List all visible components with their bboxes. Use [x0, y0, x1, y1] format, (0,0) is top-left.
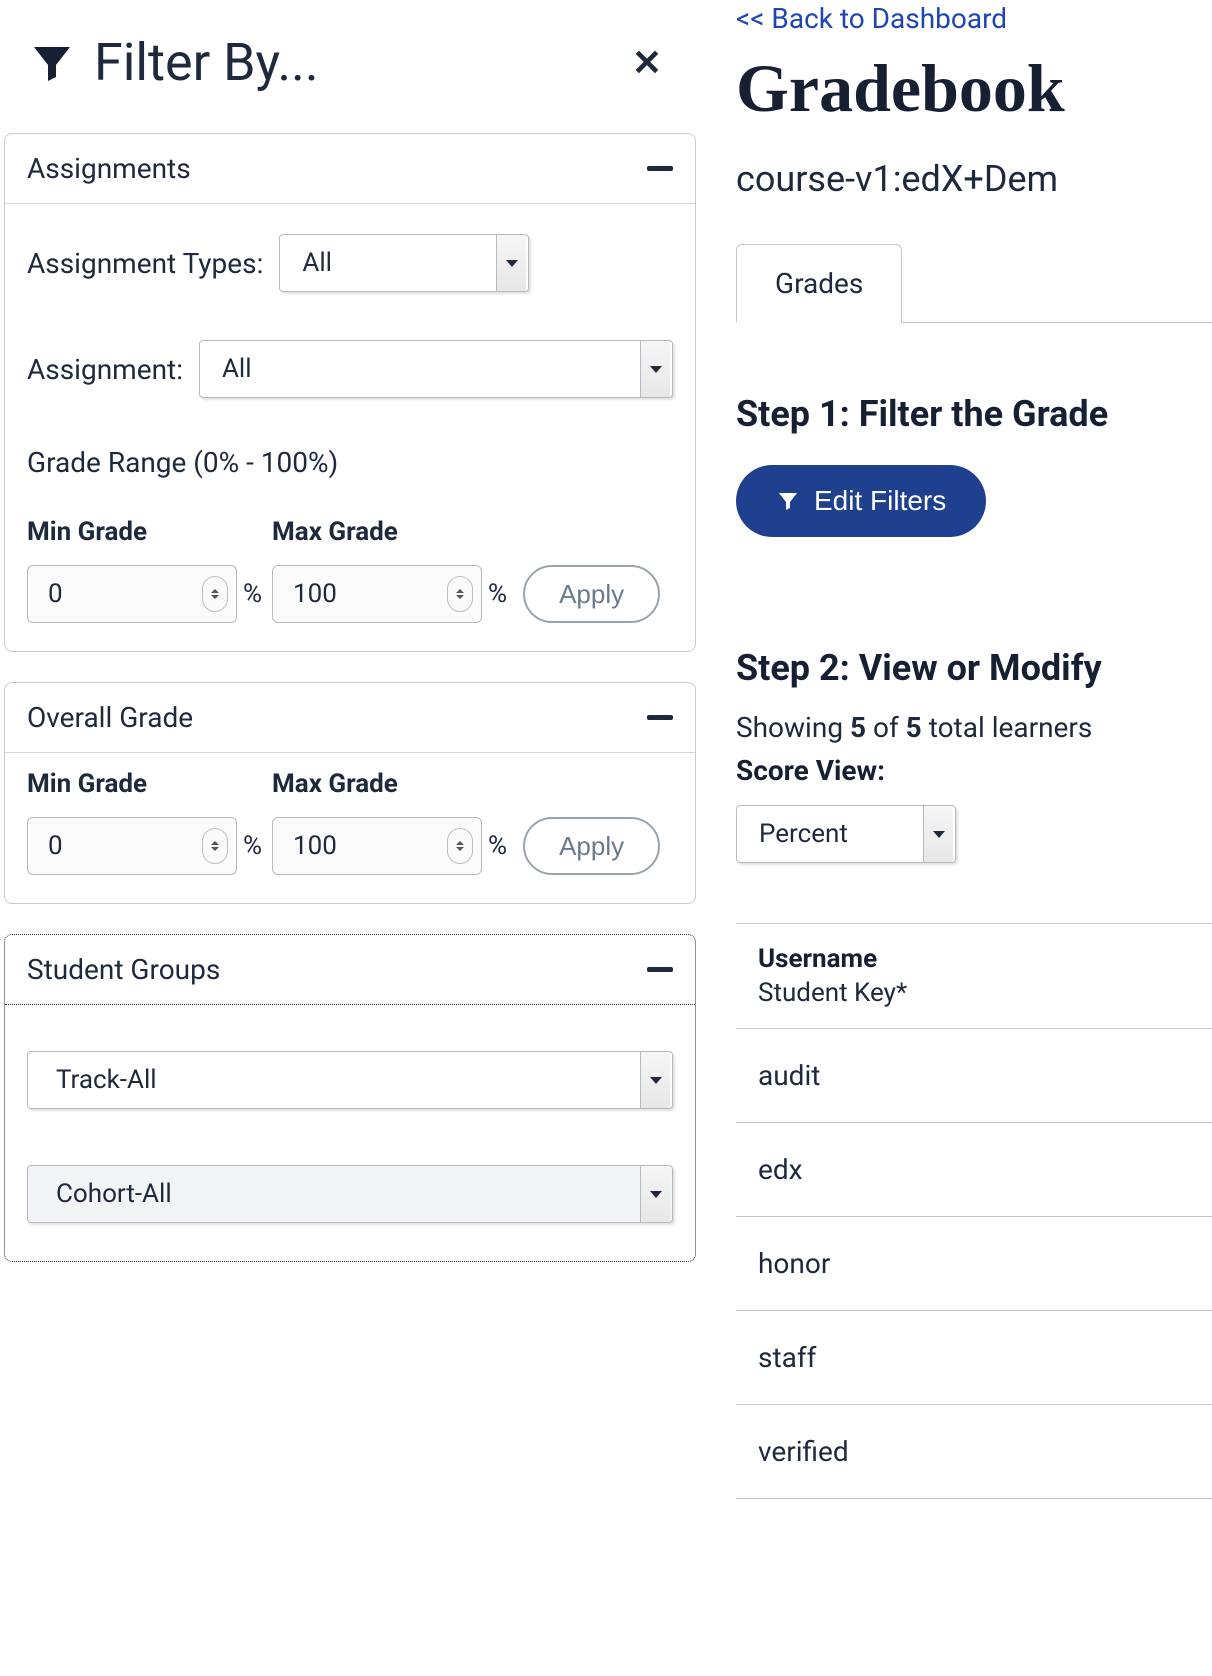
assignment-value: All: [222, 354, 252, 384]
collapse-icon: [647, 166, 673, 171]
number-spinner[interactable]: [202, 828, 228, 864]
edit-filters-button[interactable]: Edit Filters: [736, 465, 986, 537]
showing-count: 5: [850, 711, 866, 744]
min-grade-value: 0: [48, 579, 63, 609]
cohort-value: Cohort-All: [56, 1179, 172, 1209]
overall-min-input[interactable]: 0: [27, 817, 237, 875]
overall-max-value: 100: [293, 831, 337, 861]
assignment-select[interactable]: All: [199, 340, 673, 398]
tab-bar: Grades: [736, 244, 1212, 323]
overall-max-input[interactable]: 100: [272, 817, 482, 875]
close-icon[interactable]: ✕: [622, 42, 672, 84]
assignment-label: Assignment:: [27, 353, 183, 386]
number-spinner[interactable]: [202, 576, 228, 612]
funnel-icon: [776, 489, 800, 513]
groups-panel-toggle[interactable]: Student Groups: [5, 935, 695, 1005]
student-groups-panel: Student Groups Track-All Cohort-All: [4, 934, 696, 1262]
max-grade-input[interactable]: 100: [272, 565, 482, 623]
overall-panel-title: Overall Grade: [27, 701, 193, 734]
apply-button[interactable]: Apply: [523, 565, 660, 623]
percent-label: %: [243, 579, 262, 609]
groups-panel-title: Student Groups: [27, 953, 220, 986]
table-row[interactable]: staff: [736, 1311, 1212, 1405]
showing-suffix: total learners: [922, 711, 1093, 744]
table-row[interactable]: honor: [736, 1217, 1212, 1311]
tab-grades[interactable]: Grades: [736, 244, 902, 323]
overall-grade-panel: Overall Grade Min Grade 0 % Max Grade: [4, 682, 696, 904]
min-grade-label: Min Grade: [27, 517, 237, 547]
chevron-down-icon: [923, 806, 953, 862]
funnel-icon: [28, 39, 76, 87]
table-header: Username Student Key*: [736, 923, 1212, 1029]
showing-text: Showing 5 of 5 total learners: [736, 711, 1212, 744]
table-row[interactable]: edx: [736, 1123, 1212, 1217]
chevron-down-icon: [640, 1052, 670, 1108]
grade-range-label: Grade Range (0% - 100%): [27, 446, 673, 479]
assignment-types-select[interactable]: All: [279, 234, 529, 292]
learners-table: Username Student Key* audit edx honor st…: [736, 923, 1212, 1499]
edit-filters-label: Edit Filters: [814, 485, 946, 517]
number-spinner[interactable]: [447, 576, 473, 612]
showing-total: 5: [906, 711, 922, 744]
assignments-panel-title: Assignments: [27, 152, 191, 185]
step2-title: Step 2: View or Modify: [736, 647, 1212, 689]
percent-label: %: [488, 831, 507, 861]
overall-min-label: Min Grade: [27, 769, 237, 799]
column-header-username: Username: [758, 944, 1212, 974]
column-subheader: Student Key*: [758, 978, 1212, 1008]
score-view-label: Score View:: [736, 754, 1212, 787]
min-grade-input[interactable]: 0: [27, 565, 237, 623]
table-row[interactable]: verified: [736, 1405, 1212, 1499]
collapse-icon: [647, 715, 673, 720]
filter-header: Filter By... ✕: [0, 12, 700, 133]
page-title: Gradebook: [736, 49, 1212, 128]
back-to-dashboard-link[interactable]: << Back to Dashboard: [736, 2, 1007, 35]
main-content: << Back to Dashboard Gradebook course-v1…: [700, 0, 1212, 1499]
assignment-types-value: All: [302, 248, 332, 278]
track-select[interactable]: Track-All: [27, 1051, 673, 1109]
max-grade-label: Max Grade: [272, 517, 482, 547]
course-id: course-v1:edX+Dem: [736, 158, 1212, 200]
chevron-down-icon: [496, 235, 526, 291]
score-view-value: Percent: [759, 819, 848, 849]
number-spinner[interactable]: [447, 828, 473, 864]
percent-label: %: [488, 579, 507, 609]
assignments-panel: Assignments Assignment Types: All Assign…: [4, 133, 696, 652]
filter-sidebar: Filter By... ✕ Assignments Assignment Ty…: [0, 0, 700, 1499]
showing-prefix: Showing: [736, 711, 850, 744]
filter-title: Filter By...: [94, 32, 319, 93]
max-grade-value: 100: [293, 579, 337, 609]
overall-panel-toggle[interactable]: Overall Grade: [5, 683, 695, 753]
table-row[interactable]: audit: [736, 1029, 1212, 1123]
step1-title: Step 1: Filter the Grade: [736, 393, 1212, 435]
assignment-types-label: Assignment Types:: [27, 247, 263, 280]
overall-max-label: Max Grade: [272, 769, 482, 799]
showing-of: of: [866, 711, 906, 744]
assignments-panel-toggle[interactable]: Assignments: [5, 134, 695, 204]
score-view-select[interactable]: Percent: [736, 805, 956, 863]
overall-min-value: 0: [48, 831, 63, 861]
chevron-down-icon: [640, 341, 670, 397]
cohort-select[interactable]: Cohort-All: [27, 1165, 673, 1223]
percent-label: %: [243, 831, 262, 861]
chevron-down-icon: [640, 1166, 670, 1222]
collapse-icon: [647, 967, 673, 972]
apply-button[interactable]: Apply: [523, 817, 660, 875]
track-value: Track-All: [56, 1065, 157, 1095]
